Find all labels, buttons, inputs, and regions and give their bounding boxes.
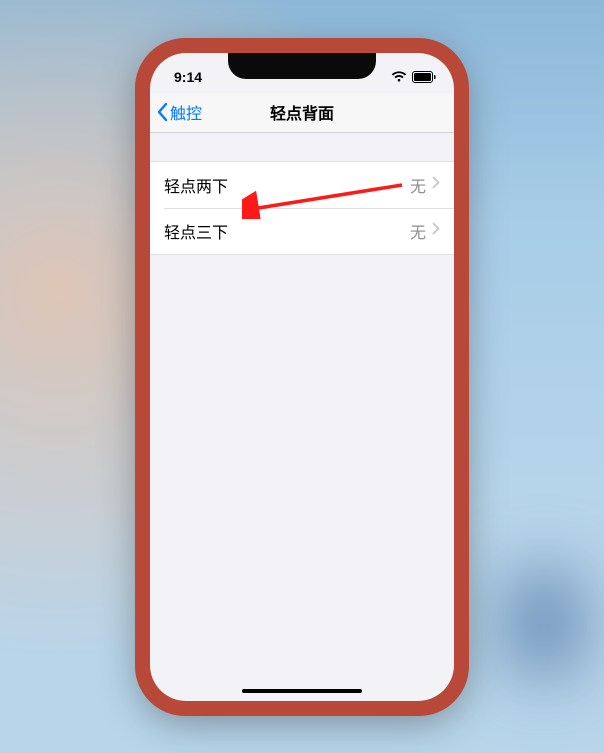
nav-bar: 触控 轻点背面 bbox=[150, 93, 454, 133]
row-value: 无 bbox=[410, 173, 426, 197]
wifi-icon bbox=[391, 71, 407, 83]
settings-list: 轻点两下 无 轻点三下 无 bbox=[150, 161, 454, 255]
notch bbox=[228, 53, 376, 79]
row-value: 无 bbox=[410, 219, 426, 243]
back-label: 触控 bbox=[170, 100, 202, 124]
battery-icon bbox=[412, 71, 436, 83]
screen: 9:14 触控 轻点背面 轻点两下 无 bbox=[150, 53, 454, 701]
chevron-left-icon bbox=[156, 102, 168, 122]
row-label: 轻点三下 bbox=[164, 219, 410, 243]
chevron-right-icon bbox=[432, 176, 440, 194]
page-title: 轻点背面 bbox=[270, 100, 334, 124]
row-triple-tap[interactable]: 轻点三下 无 bbox=[150, 208, 454, 254]
row-label: 轻点两下 bbox=[164, 173, 410, 197]
row-double-tap[interactable]: 轻点两下 无 bbox=[150, 162, 454, 208]
home-indicator[interactable] bbox=[242, 689, 362, 693]
back-button[interactable]: 触控 bbox=[156, 100, 202, 124]
status-time: 9:14 bbox=[168, 69, 202, 85]
phone-frame: 9:14 触控 轻点背面 轻点两下 无 bbox=[139, 42, 465, 712]
chevron-right-icon bbox=[432, 222, 440, 240]
